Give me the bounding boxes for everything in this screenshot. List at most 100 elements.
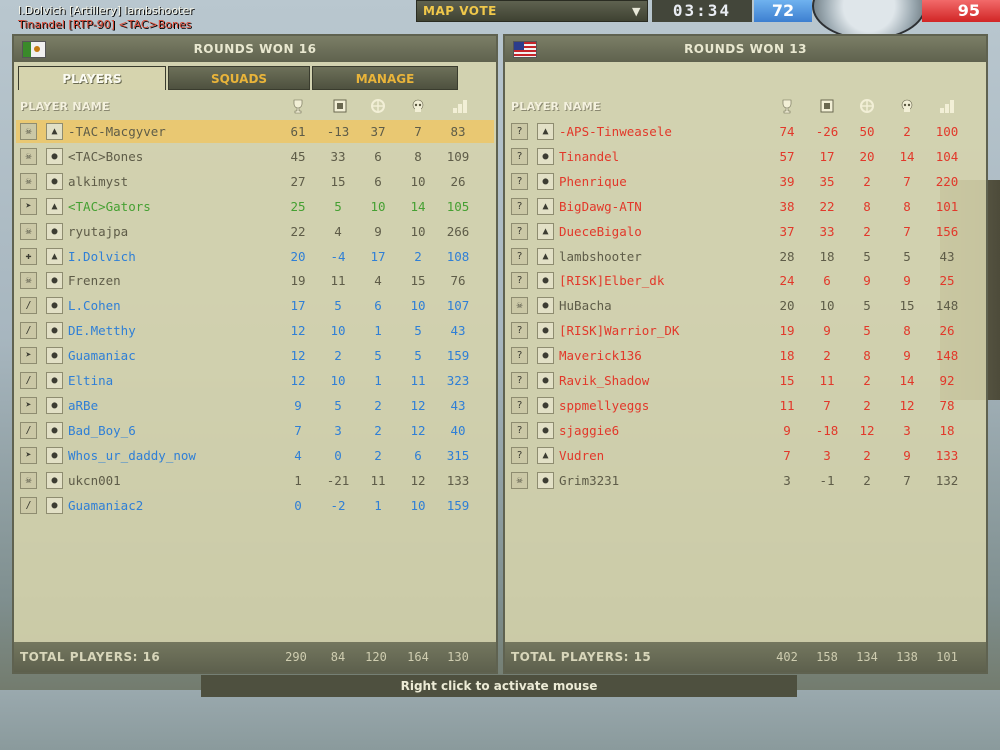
player-row[interactable]: ? ▲ DueceBigalo 37 33 2 7 156 — [507, 220, 984, 243]
tab-players[interactable]: PLAYERS — [18, 66, 166, 90]
tab-squads[interactable]: SQUADS — [168, 66, 310, 90]
crosshair-kills-icon[interactable] — [859, 98, 875, 114]
kills-value: 9 — [374, 223, 382, 239]
kills-value: 9 — [863, 273, 871, 289]
player-row[interactable]: ? ● Tinandel 57 17 20 14 104 — [507, 145, 984, 168]
tab-manage[interactable]: MANAGE — [312, 66, 458, 90]
score-value: 28 — [779, 248, 795, 264]
player-row[interactable]: ? ● sppmellyeggs 11 7 2 12 78 — [507, 394, 984, 417]
kills-value: 2 — [863, 173, 871, 189]
ping-value: 133 — [446, 472, 470, 488]
player-row[interactable]: ☠ ● Grim3231 3 -1 2 7 132 — [507, 469, 984, 492]
kit-icon: ☠ — [20, 147, 37, 165]
rank-icon: ● — [537, 396, 554, 414]
map-vote-dropdown[interactable]: MAP VOTE ▼ — [416, 0, 648, 22]
player-row[interactable]: ? ● [RISK]Warrior_DK 19 9 5 8 26 — [507, 319, 984, 342]
player-row[interactable]: / ● Bad_Boy_6 7 3 2 12 40 — [16, 419, 494, 442]
player-row[interactable]: ? ● Maverick136 18 2 8 9 148 — [507, 344, 984, 367]
player-row[interactable]: ? ▲ lambshooter 28 18 5 5 43 — [507, 245, 984, 268]
deaths-value: 10 — [410, 223, 426, 239]
ping-value: 43 — [450, 397, 466, 413]
player-name: Maverick136 — [559, 348, 642, 364]
player-row[interactable]: / ● Eltina 12 10 1 11 323 — [16, 369, 494, 392]
skull-deaths-icon[interactable] — [410, 98, 426, 114]
mec-ticket-count: 95 — [922, 0, 1000, 22]
player-row[interactable]: ? ● sjaggie6 9 -18 12 3 18 — [507, 419, 984, 442]
ping-bars-icon[interactable] — [452, 98, 468, 114]
deaths-value: 9 — [903, 447, 911, 463]
player-name: Bad_Boy_6 — [68, 422, 136, 438]
rank-icon: ● — [46, 272, 63, 290]
teamwork-value: 10 — [819, 298, 835, 314]
ping-value: 108 — [446, 248, 470, 264]
rank-icon: ● — [537, 372, 554, 389]
kills-value: 17 — [370, 248, 386, 264]
player-row[interactable]: ✚ ▲ I.Dolvich 20 -4 17 2 108 — [16, 245, 494, 268]
player-row[interactable]: ➤ ● aRBe 9 5 2 12 43 — [16, 394, 494, 417]
teamwork-value: -4 — [330, 248, 346, 264]
player-name: ryutajpa — [68, 223, 129, 239]
player-row[interactable]: / ● DE.Metthy 12 10 1 5 43 — [16, 319, 494, 342]
trophy-icon[interactable] — [290, 98, 306, 114]
total-ping: 101 — [936, 650, 958, 664]
player-row[interactable]: ? ▲ Vudren 7 3 2 9 133 — [507, 444, 984, 467]
rank-icon: ● — [537, 297, 554, 315]
player-row[interactable]: ? ● [RISK]Elber_dk 24 6 9 9 25 — [507, 269, 984, 292]
player-row[interactable]: ☠ ● ryutajpa 22 4 9 10 266 — [16, 220, 494, 243]
player-row[interactable]: ➤ ● Whos_ur_daddy_now 4 0 2 6 315 — [16, 444, 494, 467]
rank-icon: ● — [46, 147, 63, 165]
team-total-bar: TOTAL PLAYERS: 16 290 84 120 164 130 — [14, 642, 496, 672]
player-name: sppmellyeggs — [559, 397, 650, 413]
player-name-header[interactable]: PLAYER NAME — [20, 100, 110, 113]
total-kills: 134 — [856, 650, 878, 664]
player-name: BigDawg-ATN — [559, 198, 642, 214]
deaths-value: 11 — [410, 373, 426, 388]
kills-value: 20 — [859, 148, 875, 164]
rounds-won: ROUNDS WON 13 — [684, 42, 807, 56]
ping-value: 105 — [446, 198, 470, 214]
kit-icon: ➤ — [20, 446, 37, 464]
rank-icon: ● — [537, 147, 554, 165]
deaths-value: 6 — [414, 447, 422, 463]
player-row[interactable]: / ● L.Cohen 17 5 6 10 107 — [16, 294, 494, 317]
player-name: HuBacha — [559, 298, 612, 314]
score-value: 37 — [779, 223, 795, 239]
player-name: sjaggie6 — [559, 422, 620, 438]
score-value: 11 — [779, 397, 795, 413]
skull-deaths-icon[interactable] — [899, 98, 915, 114]
player-row[interactable]: ? ● Ravik_Shadow 15 11 2 14 92 — [507, 369, 984, 392]
player-row[interactable]: / ● Guamaniac2 0 -2 1 10 159 — [16, 494, 494, 517]
player-row[interactable]: ➤ ▲ <TAC>Gators 25 5 10 14 105 — [16, 195, 494, 218]
rank-icon: ● — [46, 347, 63, 365]
teamwork-icon[interactable] — [819, 98, 835, 114]
kills-value: 5 — [863, 298, 871, 314]
kills-value: 2 — [374, 447, 382, 463]
kills-value: 1 — [374, 497, 382, 513]
ping-value: 220 — [935, 173, 959, 189]
map-vote-label: MAP VOTE — [423, 4, 497, 18]
player-row[interactable]: ☠ ● alkimyst 27 15 6 10 26 — [16, 170, 494, 193]
trophy-icon[interactable] — [779, 98, 795, 114]
kit-icon: ? — [511, 396, 528, 414]
ping-bars-icon[interactable] — [939, 98, 955, 114]
player-row[interactable]: ☠ ● Frenzen 19 11 4 15 76 — [16, 269, 494, 292]
player-row[interactable]: ☠ ● <TAC>Bones 45 33 6 8 109 — [16, 145, 494, 168]
player-row[interactable]: ☠ ● ukcn001 1 -21 11 12 133 — [16, 469, 494, 492]
deaths-value: 12 — [410, 472, 426, 488]
kit-icon: ? — [511, 123, 528, 140]
player-row[interactable]: ➤ ● Guamaniac 12 2 5 5 159 — [16, 344, 494, 367]
kill-feed-line: I.Dolvich [Artillery] lambshooter — [18, 4, 194, 17]
score-value: 45 — [290, 148, 306, 164]
player-name-header[interactable]: PLAYER NAME — [511, 100, 601, 113]
score-value: 24 — [779, 273, 795, 289]
teamwork-icon[interactable] — [332, 98, 348, 114]
player-row[interactable]: ☠ ▲ -TAC-Macgyver 61 -13 37 7 83 — [16, 120, 494, 143]
kit-icon: ? — [511, 147, 528, 165]
player-row[interactable]: ? ▲ -APS-Tinweasele 74 -26 50 2 100 — [507, 120, 984, 143]
crosshair-kills-icon[interactable] — [370, 98, 386, 114]
score-value: 20 — [290, 248, 306, 264]
player-row[interactable]: ? ● Phenrique 39 35 2 7 220 — [507, 170, 984, 193]
ping-value: 133 — [935, 447, 959, 463]
player-row[interactable]: ? ▲ BigDawg-ATN 38 22 8 8 101 — [507, 195, 984, 218]
player-row[interactable]: ☠ ● HuBacha 20 10 5 15 148 — [507, 294, 984, 317]
